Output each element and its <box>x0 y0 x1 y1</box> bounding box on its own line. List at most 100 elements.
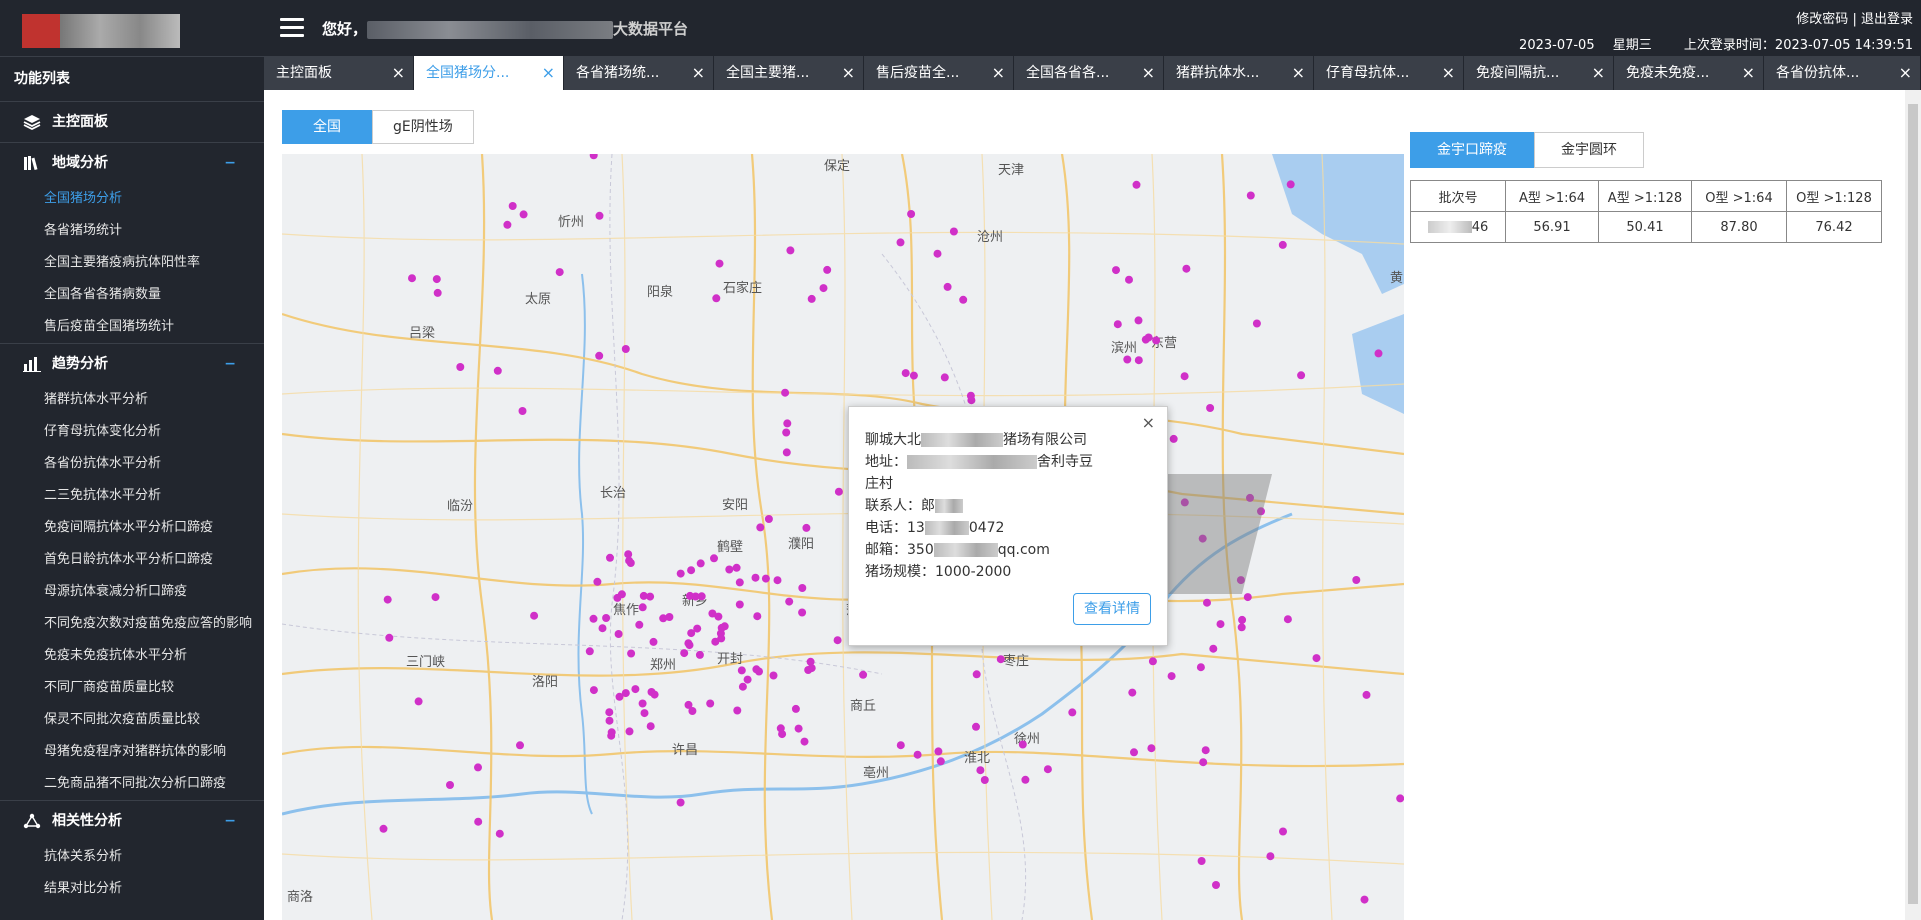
farm-marker[interactable] <box>738 682 747 691</box>
farm-marker[interactable] <box>896 238 905 247</box>
farm-marker[interactable] <box>1374 349 1383 358</box>
sidebar-item[interactable]: 仔育母抗体变化分析 <box>0 416 264 448</box>
farm-marker[interactable] <box>640 709 649 718</box>
sidebar-item[interactable]: 二三免抗体水平分析 <box>0 480 264 512</box>
farm-marker[interactable] <box>493 366 502 375</box>
change-password-link[interactable]: 修改密码 <box>1796 12 1848 27</box>
farm-marker[interactable] <box>1132 180 1141 189</box>
farm-marker[interactable] <box>495 829 504 838</box>
farm-marker[interactable] <box>433 288 442 297</box>
farm-marker[interactable] <box>823 265 832 274</box>
sidebar-item[interactable]: 二免商品猪不同批次分析口蹄疫 <box>0 768 264 800</box>
close-icon[interactable]: × <box>1442 56 1455 90</box>
farm-marker[interactable] <box>474 817 483 826</box>
farm-marker[interactable] <box>715 259 724 268</box>
farm-marker[interactable] <box>684 639 693 648</box>
farm-marker[interactable] <box>732 563 741 572</box>
farm-marker[interactable] <box>1237 623 1246 632</box>
farm-marker[interactable] <box>996 655 1005 664</box>
farm-marker[interactable] <box>807 294 816 303</box>
farm-marker[interactable] <box>446 781 454 789</box>
farm-marker[interactable] <box>516 741 524 750</box>
farm-marker[interactable] <box>967 396 976 405</box>
farm-marker[interactable] <box>773 576 782 585</box>
farm-marker[interactable] <box>631 685 640 694</box>
filter-all-button[interactable]: 全国 <box>282 110 372 144</box>
logout-link[interactable]: 退出登录 <box>1861 12 1913 27</box>
farm-marker[interactable] <box>1396 794 1404 803</box>
farm-marker[interactable] <box>756 523 765 532</box>
farm-marker[interactable] <box>907 210 916 218</box>
farm-marker[interactable] <box>934 747 943 756</box>
farm-marker[interactable] <box>1147 744 1156 753</box>
farm-marker[interactable] <box>794 724 803 733</box>
sidebar-group-correlation[interactable]: 相关性分析 − <box>0 801 264 841</box>
tab-herd-antibody[interactable]: 猪群抗体水... × <box>1164 56 1314 90</box>
farm-marker[interactable] <box>834 487 843 496</box>
farm-marker[interactable] <box>621 345 630 353</box>
farm-marker[interactable] <box>1312 654 1321 663</box>
farm-marker[interactable] <box>680 649 689 658</box>
close-icon[interactable]: × <box>1899 56 1912 90</box>
tab-immunized[interactable]: 免疫未免疫... × <box>1614 56 1764 90</box>
farm-marker[interactable] <box>717 634 726 643</box>
farm-marker[interactable] <box>706 699 715 708</box>
farm-marker[interactable] <box>687 566 696 575</box>
sidebar-item[interactable]: 母源抗体衰减分析口蹄疫 <box>0 576 264 608</box>
farm-marker[interactable] <box>614 630 623 638</box>
farm-marker[interactable] <box>933 249 942 258</box>
vertical-scrollbar[interactable] <box>1905 90 1921 920</box>
farm-marker[interactable] <box>782 428 791 437</box>
farm-marker[interactable] <box>695 650 704 659</box>
farm-marker[interactable] <box>659 614 668 623</box>
farm-marker[interactable] <box>936 757 945 766</box>
farm-marker[interactable] <box>693 624 702 633</box>
farm-marker[interactable] <box>385 633 394 642</box>
close-icon[interactable]: × <box>692 56 705 90</box>
farm-marker[interactable] <box>414 697 423 706</box>
farm-marker[interactable] <box>1362 690 1371 699</box>
sidebar-item[interactable]: 结果对比分析 <box>0 873 264 905</box>
farm-marker[interactable] <box>605 708 614 717</box>
farm-marker[interactable] <box>980 776 989 784</box>
tab-jinyu-fmd[interactable]: 金宇口蹄疫 <box>1410 132 1534 168</box>
farm-marker[interactable] <box>959 295 968 304</box>
farm-marker[interactable] <box>752 665 761 674</box>
sidebar-group-region[interactable]: 地域分析 − <box>0 143 264 183</box>
sidebar-item[interactable]: 售后疫苗全国猪场统计 <box>0 311 264 343</box>
farm-marker[interactable] <box>1128 688 1137 697</box>
farm-marker[interactable] <box>735 600 744 609</box>
farm-marker[interactable] <box>720 622 729 631</box>
filter-ge-negative-button[interactable]: gE阴性场 <box>372 110 474 144</box>
farm-marker[interactable] <box>1297 371 1306 380</box>
farm-marker[interactable] <box>647 688 656 696</box>
farm-marker[interactable] <box>1021 775 1030 784</box>
farm-marker[interactable] <box>1201 746 1210 755</box>
farm-marker[interactable] <box>1182 264 1191 273</box>
farm-marker[interactable] <box>1043 765 1052 774</box>
tab-province-antibody[interactable]: 各省份抗体... × <box>1764 56 1921 90</box>
close-icon[interactable]: × <box>1742 56 1755 90</box>
farm-marker[interactable] <box>605 716 614 725</box>
farm-marker[interactable] <box>909 371 918 380</box>
farm-marker[interactable] <box>1279 827 1287 836</box>
farm-marker[interactable] <box>783 419 792 428</box>
farm-marker[interactable] <box>1266 852 1275 861</box>
farm-marker[interactable] <box>602 614 611 622</box>
farm-marker[interactable] <box>769 671 778 680</box>
farm-marker[interactable] <box>431 593 440 602</box>
farm-marker[interactable] <box>1197 857 1206 865</box>
farm-marker[interactable] <box>1209 644 1218 653</box>
farm-marker[interactable] <box>798 608 807 617</box>
sidebar-item-home[interactable]: 主控面板 <box>0 102 264 142</box>
farm-marker[interactable] <box>833 636 842 645</box>
tab-national-province[interactable]: 全国各省各... × <box>1014 56 1164 90</box>
farm-marker[interactable] <box>1169 434 1178 443</box>
map-canvas[interactable]: 天津保定忻州石家庄太原阳泉吕梁沧州滨州东营淄博济南长治临汾安阳鹤壁濮阳新乡焦作济… <box>282 154 1404 920</box>
farm-marker[interactable] <box>383 595 392 604</box>
farm-marker[interactable] <box>1180 372 1189 381</box>
farm-marker[interactable] <box>638 699 647 708</box>
farm-marker[interactable] <box>972 670 981 679</box>
tab-sow-antibody[interactable]: 仔育母抗体... × <box>1314 56 1464 90</box>
farm-marker[interactable] <box>733 706 742 715</box>
